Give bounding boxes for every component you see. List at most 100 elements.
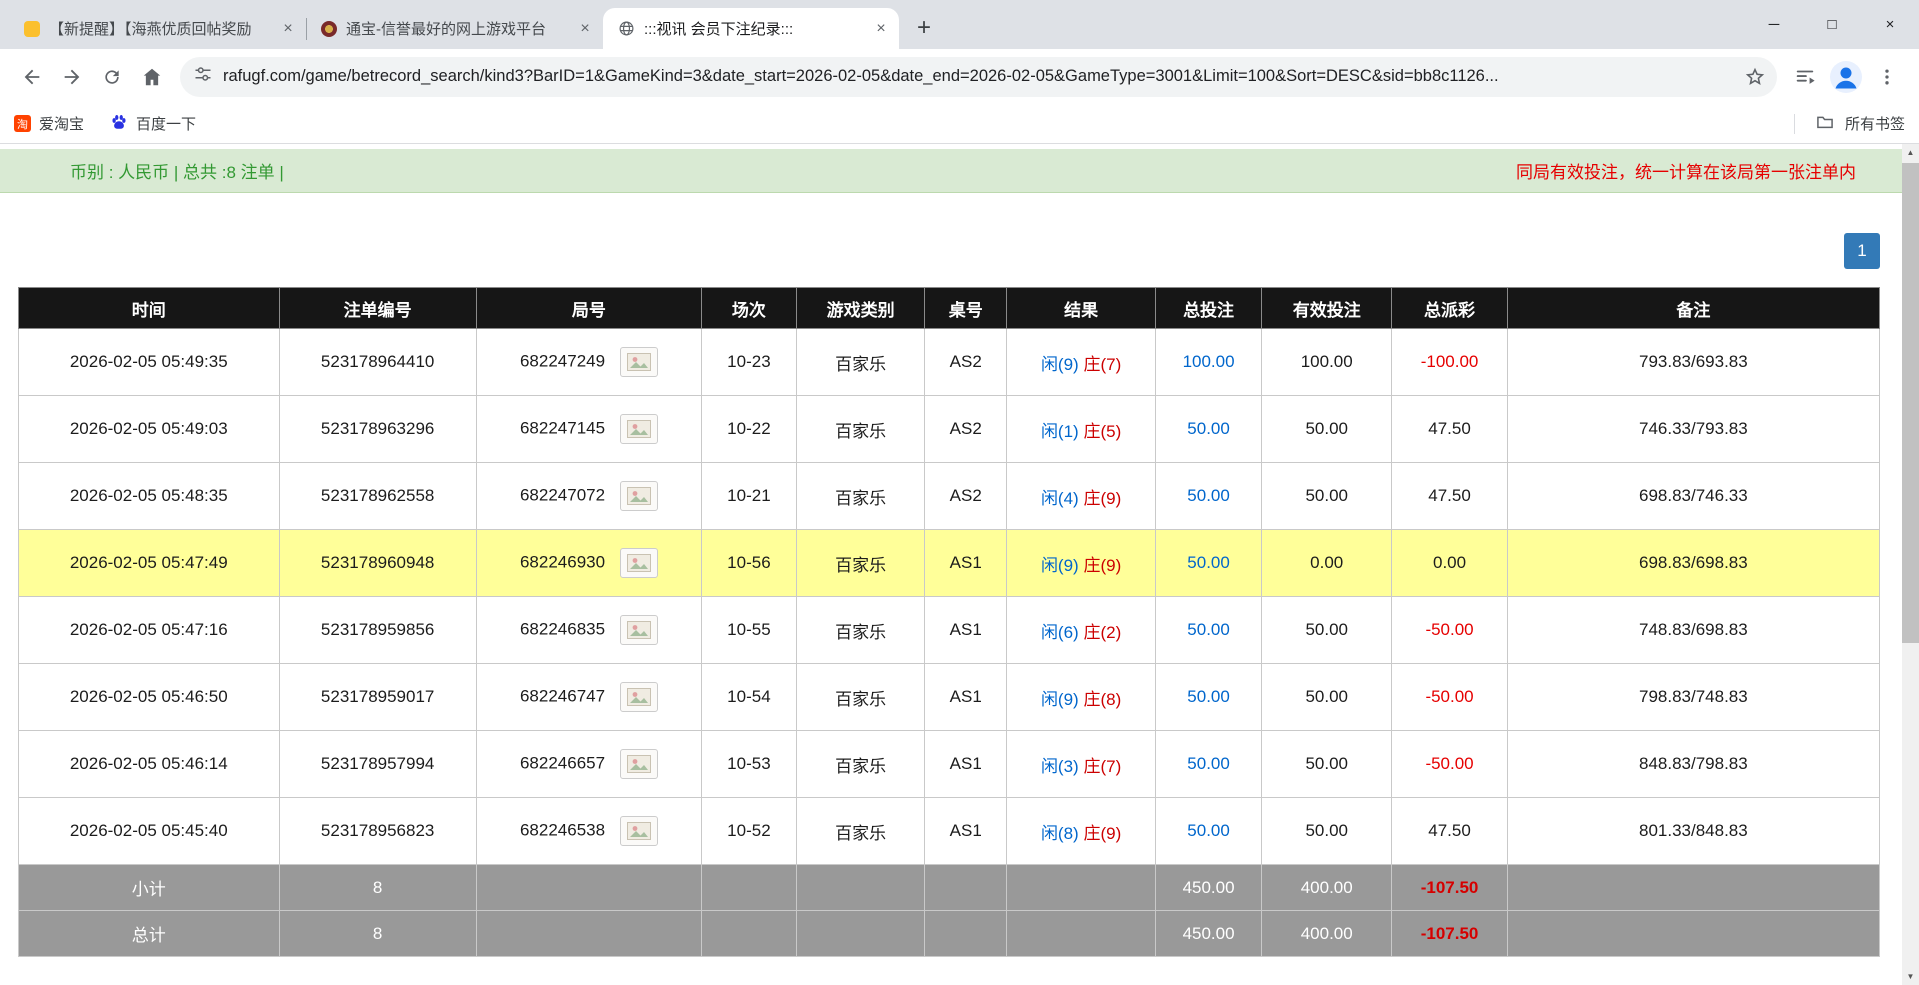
- cell-total-bet: 50.00: [1155, 596, 1263, 664]
- empty-cell: [1506, 864, 1881, 911]
- empty-cell: [795, 864, 926, 911]
- column-header-table-no: 桌号: [924, 287, 1008, 329]
- globe-icon: [617, 20, 635, 38]
- bookmarks-bar: 淘 爱淘宝 百度一下 所有书签: [0, 104, 1919, 144]
- column-header-round: 局号: [475, 287, 702, 329]
- subtotal-row: 小计 8 450.00 400.00 -107.50: [18, 864, 1881, 911]
- result-player: 闲(1): [1040, 421, 1079, 441]
- site-settings-icon[interactable]: [194, 65, 212, 88]
- result-player: 闲(3): [1040, 756, 1079, 776]
- tab-title: 【新提醒】【海燕优质回帖奖励: [49, 21, 252, 38]
- scroll-down-icon[interactable]: ▼: [1902, 968, 1919, 985]
- cell-valid-bet: 50.00: [1261, 663, 1393, 731]
- tab-close-icon[interactable]: ×: [871, 19, 891, 39]
- table-row: 2026-02-05 05:48:35 523178962558 6822470…: [18, 462, 1881, 530]
- total-count: 8: [278, 910, 477, 957]
- column-header-time: 时间: [18, 287, 280, 329]
- menu-icon[interactable]: [1867, 57, 1907, 97]
- bookmark-star-icon[interactable]: [1739, 61, 1771, 93]
- all-bookmarks[interactable]: 所有书签: [1793, 112, 1905, 136]
- cell-game-type: 百家乐: [795, 328, 926, 396]
- maximize-button[interactable]: □: [1803, 0, 1861, 49]
- cell-result: 闲(3) 庄(7): [1006, 730, 1157, 798]
- cell-total-bet: 100.00: [1155, 328, 1263, 396]
- cell-result: 闲(8) 庄(9): [1006, 797, 1157, 865]
- close-button[interactable]: ×: [1861, 0, 1919, 49]
- total-total-bet: 450.00: [1155, 910, 1263, 957]
- cell-note: 798.83/748.83: [1506, 663, 1881, 731]
- media-controls-icon[interactable]: [1785, 57, 1825, 97]
- scrollbar-thumb[interactable]: [1902, 163, 1919, 643]
- cell-time: 2026-02-05 05:49:35: [18, 328, 280, 396]
- minimize-button[interactable]: ─: [1745, 0, 1803, 49]
- cell-payout: -50.00: [1391, 730, 1508, 798]
- column-header-note: 备注: [1506, 287, 1881, 329]
- bookmark-baidu[interactable]: 百度一下: [110, 113, 196, 135]
- cell-valid-bet: 50.00: [1261, 797, 1393, 865]
- browser-window: 【新提醒】【海燕优质回帖奖励 × 通宝-信誉最好的网上游戏平台 × :::视讯 …: [0, 0, 1919, 985]
- game-video-icon[interactable]: [619, 615, 658, 645]
- cell-note: 698.83/698.83: [1506, 529, 1881, 597]
- game-video-icon[interactable]: [619, 682, 658, 712]
- table-row: 2026-02-05 05:45:40 523178956823 6822465…: [18, 797, 1881, 865]
- cell-bet-id: 523178959856: [278, 596, 477, 664]
- round-number: 682246747: [519, 686, 606, 706]
- column-header-result: 结果: [1006, 287, 1157, 329]
- tab-tongbao[interactable]: 通宝-信誉最好的网上游戏平台 ×: [307, 8, 603, 49]
- total-payout: -107.50: [1391, 910, 1508, 957]
- cell-round: 682247145: [475, 395, 702, 463]
- notice-text: 同局有效投注，统一计算在该局第一张注单内: [1516, 163, 1856, 182]
- game-video-icon[interactable]: [619, 816, 658, 846]
- url-text[interactable]: rafugf.com/game/betrecord_search/kind3?B…: [223, 67, 1728, 86]
- forward-button[interactable]: [52, 57, 92, 97]
- tab-bar: 【新提醒】【海燕优质回帖奖励 × 通宝-信誉最好的网上游戏平台 × :::视讯 …: [0, 0, 1919, 49]
- reload-button[interactable]: [92, 57, 132, 97]
- cell-time: 2026-02-05 05:49:03: [18, 395, 280, 463]
- scrollbar[interactable]: ▲ ▼: [1902, 144, 1919, 985]
- page-1-button[interactable]: 1: [1844, 233, 1880, 269]
- cell-payout: -50.00: [1391, 663, 1508, 731]
- tab-close-icon[interactable]: ×: [575, 19, 595, 39]
- cell-game-type: 百家乐: [795, 596, 926, 664]
- back-button[interactable]: [12, 57, 52, 97]
- divider: [1793, 113, 1795, 134]
- result-player: 闲(6): [1040, 622, 1079, 642]
- game-video-icon[interactable]: [619, 347, 658, 377]
- url-bar[interactable]: rafugf.com/game/betrecord_search/kind3?B…: [180, 56, 1777, 97]
- total-row: 总计 8 450.00 400.00 -107.50: [18, 910, 1881, 957]
- coin-favicon-icon: [321, 20, 337, 37]
- cell-bet-id: 523178956823: [278, 797, 477, 865]
- tab-forum[interactable]: 【新提醒】【海燕优质回帖奖励 ×: [10, 8, 306, 49]
- currency-summary: 币别 : 人民币 | 总共 :8 注单 |: [70, 163, 284, 182]
- game-video-icon[interactable]: [619, 481, 658, 511]
- cell-result: 闲(9) 庄(8): [1006, 663, 1157, 731]
- tab-close-icon[interactable]: ×: [278, 19, 298, 39]
- scroll-up-icon[interactable]: ▲: [1902, 144, 1919, 161]
- profile-avatar[interactable]: [1829, 60, 1863, 94]
- subtotal-count: 8: [278, 864, 477, 911]
- pagination: 1: [0, 233, 1880, 269]
- cell-round: 682247249: [475, 328, 702, 396]
- tab-bet-records-active[interactable]: :::视讯 会员下注纪录::: ×: [603, 8, 899, 49]
- cell-time: 2026-02-05 05:46:50: [18, 663, 280, 731]
- cell-session: 10-56: [700, 529, 797, 597]
- cell-round: 682246930: [475, 529, 702, 597]
- empty-cell: [1006, 910, 1157, 957]
- empty-cell: [1506, 910, 1881, 957]
- column-header-total-bet: 总投注: [1155, 287, 1263, 329]
- bookmark-taobao[interactable]: 淘 爱淘宝: [14, 113, 84, 134]
- game-video-icon[interactable]: [619, 749, 658, 779]
- empty-cell: [924, 864, 1008, 911]
- new-tab-button[interactable]: +: [909, 13, 939, 43]
- empty-cell: [1006, 864, 1157, 911]
- game-video-icon[interactable]: [619, 548, 658, 578]
- cell-round: 682246538: [475, 797, 702, 865]
- result-player: 闲(9): [1040, 555, 1079, 575]
- game-video-icon[interactable]: [619, 414, 658, 444]
- cell-round: 682246747: [475, 663, 702, 731]
- total-valid-bet: 400.00: [1261, 910, 1393, 957]
- cell-total-bet: 50.00: [1155, 529, 1263, 597]
- table-summary: 小计 8 450.00 400.00 -107.50 总计 8 450.00 4…: [18, 864, 1881, 957]
- home-button[interactable]: [132, 57, 172, 97]
- cell-table-no: AS2: [924, 328, 1008, 396]
